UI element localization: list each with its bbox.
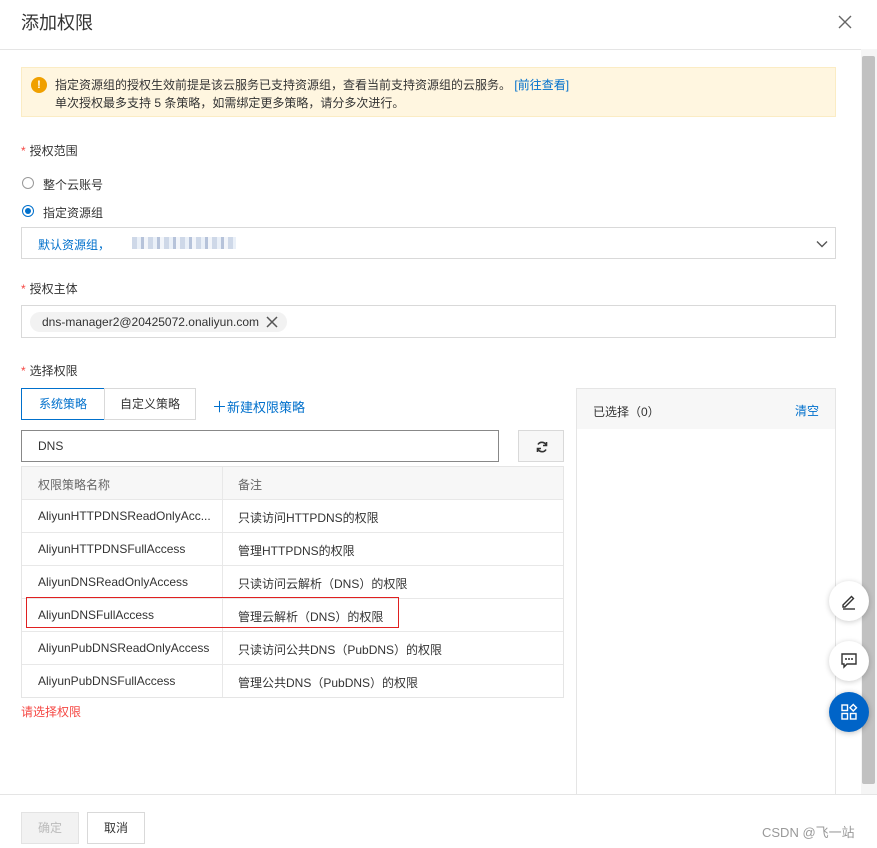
policy-note: 管理公共DNS（PubDNS）的权限 [238,676,419,690]
chevron-down-icon[interactable] [815,237,829,251]
new-policy-text: 新建权限策略 [227,400,306,415]
scrollbar-thumb[interactable] [862,56,875,784]
chat-icon [841,653,857,669]
table-header: 权限策略名称 备注 [22,467,563,500]
edit-fab[interactable] [829,581,869,621]
dialog-header: 添加权限 [0,0,877,50]
close-icon[interactable] [835,12,855,32]
remove-tag-icon[interactable] [265,315,279,329]
col-header-name: 权限策略名称 [38,478,111,492]
selected-panel-header: 已选择（0） 清空 [577,389,835,429]
view-link[interactable]: [前往查看] [514,78,569,92]
dialog-footer: 确定 取消 CSDN @飞一站 [0,794,877,848]
table-row[interactable]: AliyunPubDNSReadOnlyAccess 只读访问公共DNS（Pub… [22,632,563,665]
feedback-fab[interactable] [829,641,869,681]
policy-note: 只读访问云解析（DNS）的权限 [238,577,408,591]
cancel-button[interactable]: 取消 [87,812,145,844]
policy-name: AliyunHTTPDNSFullAccess [38,542,186,556]
notice-line-1: 指定资源组的授权生效前提是该云服务已支持资源组，查看当前支持资源组的云服务。 [… [55,76,569,93]
refresh-button[interactable] [518,430,564,462]
notice-line-2: 单次授权最多支持 5 条策略，如需绑定更多策略，请分多次进行。 [55,96,405,110]
resource-group-select[interactable]: 默认资源组， [21,227,836,259]
redacted-text [132,237,236,249]
plus-icon: ＋ [212,399,228,416]
principal-tag-text: dns-manager2@20425072.onaliyun.com [42,315,259,329]
search-value: DNS [38,439,64,453]
refresh-icon [536,441,548,453]
apps-icon [841,703,858,720]
scope-label: * 授权范围 [21,142,78,159]
table-row[interactable]: AliyunPubDNSFullAccess 管理公共DNS（PubDNS）的权… [22,665,563,697]
policy-note: 只读访问公共DNS（PubDNS）的权限 [238,643,443,657]
policy-name: AliyunHTTPDNSReadOnlyAcc... [38,509,211,523]
radio-resource-group[interactable] [22,205,34,217]
tab-system-policy[interactable]: 系统策略 [21,388,105,420]
policy-table: 权限策略名称 备注 AliyunHTTPDNSReadOnlyAcc... 只读… [21,466,564,698]
permissions-label: * 选择权限 [21,362,78,379]
scope-label-text: 授权范围 [29,144,78,158]
required-mark: * [21,282,26,296]
principal-field[interactable]: dns-manager2@20425072.onaliyun.com [21,305,836,338]
principal-label: * 授权主体 [21,280,78,297]
table-row[interactable]: AliyunHTTPDNSReadOnlyAcc... 只读访问HTTPDNS的… [22,500,563,533]
selected-panel: 已选择（0） 清空 [576,388,836,796]
principal-label-text: 授权主体 [29,282,78,296]
dialog-title: 添加权限 [21,13,93,33]
table-row[interactable]: AliyunDNSReadOnlyAccess 只读访问云解析（DNS）的权限 [22,566,563,599]
required-mark: * [21,144,26,158]
policy-note: 管理HTTPDNS的权限 [238,544,355,558]
highlight-box [26,597,399,628]
radio-resource-group-label[interactable]: 指定资源组 [43,204,103,221]
table-row[interactable]: AliyunHTTPDNSFullAccess 管理HTTPDNS的权限 [22,533,563,566]
clear-button[interactable]: 清空 [795,402,819,419]
watermark: CSDN @飞一站 [762,825,855,840]
resource-group-value: 默认资源组， [38,238,111,252]
new-policy-link[interactable]: ＋新建权限策略 [212,396,305,417]
policy-search-input[interactable]: DNS [21,430,499,462]
policy-name: AliyunPubDNSFullAccess [38,674,176,688]
radio-whole-account[interactable] [22,177,34,189]
tab-custom-policy[interactable]: 自定义策略 [104,388,196,420]
confirm-button[interactable]: 确定 [21,812,79,844]
policy-name: AliyunDNSReadOnlyAccess [38,575,189,589]
warning-icon: ! [31,77,47,93]
required-mark: * [21,364,26,378]
apps-fab[interactable] [829,692,869,732]
policy-note: 只读访问HTTPDNS的权限 [238,511,379,525]
pencil-icon [842,595,855,610]
error-message: 请选择权限 [21,705,82,719]
radio-whole-account-label[interactable]: 整个云账号 [43,176,103,193]
selected-count: 已选择（0） [593,405,660,419]
col-header-note: 备注 [238,478,263,492]
principal-tag: dns-manager2@20425072.onaliyun.com [30,312,287,332]
permissions-label-text: 选择权限 [29,364,78,378]
policy-name: AliyunPubDNSReadOnlyAccess [38,641,210,655]
notice-banner: ! 指定资源组的授权生效前提是该云服务已支持资源组，查看当前支持资源组的云服务。… [21,67,836,117]
notice-text-1: 指定资源组的授权生效前提是该云服务已支持资源组，查看当前支持资源组的云服务。 [55,78,512,92]
